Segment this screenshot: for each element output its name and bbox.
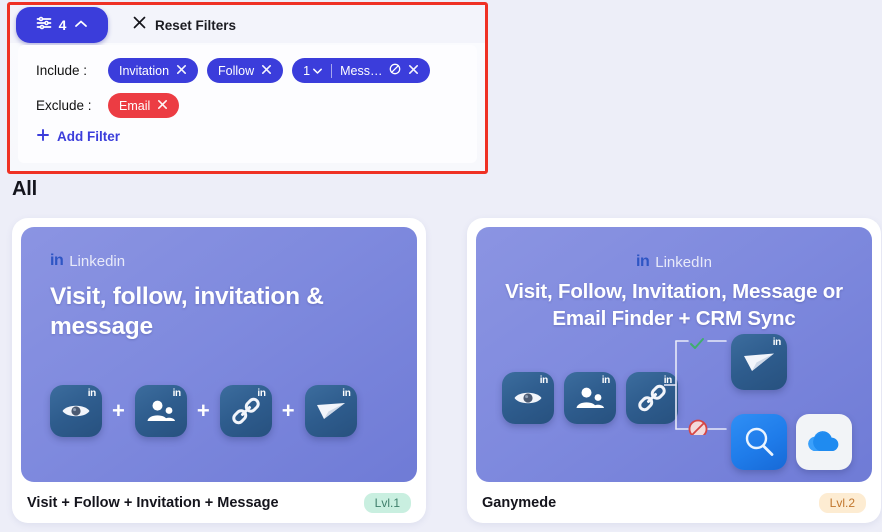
linkedin-brand-label: Linkedin xyxy=(69,252,126,270)
exclude-row: Exclude : Email xyxy=(36,93,477,118)
plus-icon xyxy=(36,128,50,145)
branch-bottom-icons xyxy=(731,414,852,470)
linkedin-brand: in Linkedin xyxy=(50,252,125,270)
close-x-icon[interactable] xyxy=(261,64,272,78)
linkedin-brand: in LinkedIn xyxy=(476,253,872,271)
add-filter-label: Add Filter xyxy=(57,129,120,144)
linkedin-in-icon: in xyxy=(50,252,64,269)
card-visual: in LinkedIn Visit, Follow, Invitation, M… xyxy=(476,227,872,482)
exclude-chips: Email xyxy=(108,93,180,118)
section-title: All xyxy=(12,178,37,200)
blocked-icon xyxy=(688,419,708,439)
card-title: Ganymede xyxy=(482,494,557,511)
filter-panel: 4 Reset Filters Include: Invitation Fol… xyxy=(7,2,488,174)
campaign-card-visit-follow-invitation-message[interactable]: in Linkedin Visit, follow, invitation & … xyxy=(12,218,426,523)
chip-label: Invitation xyxy=(119,63,170,78)
include-row: Include : Invitation Follow 1 Mess… xyxy=(36,58,477,83)
close-x-icon[interactable] xyxy=(176,64,187,78)
card-title: Visit + Follow + Invitation + Message xyxy=(27,494,279,511)
close-x-icon xyxy=(132,15,147,35)
filter-chip-invitation[interactable]: Invitation xyxy=(108,58,199,83)
branch-connector xyxy=(663,335,739,440)
card-visual: in Linkedin Visit, follow, invitation & … xyxy=(21,227,417,482)
card-icon-sequence: in in in xyxy=(502,372,678,424)
chevron-up-icon xyxy=(74,16,88,34)
chip-label: Follow xyxy=(218,63,255,78)
linkedin-in-icon: in xyxy=(601,375,611,386)
card-headline: Visit, follow, invitation & message xyxy=(50,283,324,340)
filter-topbar: 4 Reset Filters xyxy=(10,5,485,45)
filter-chip-email[interactable]: Email xyxy=(108,93,180,118)
filter-chip-follow[interactable]: Follow xyxy=(207,58,284,83)
exclude-label: Exclude : xyxy=(36,98,92,113)
chevron-down-icon xyxy=(312,64,323,78)
include-chips: Invitation Follow 1 Mess… xyxy=(108,58,431,83)
level-badge: Lvl.1 xyxy=(363,492,411,513)
filter-count-button[interactable]: 4 xyxy=(16,7,108,43)
eye-icon-tile: in xyxy=(50,385,102,437)
plus-separator: + xyxy=(196,398,210,423)
close-x-icon[interactable] xyxy=(408,64,419,78)
filter-chip-message[interactable]: 1 Mess… xyxy=(292,58,431,83)
send-message-icon-tile: in xyxy=(304,385,357,437)
chip-count-dropdown[interactable]: 1 xyxy=(303,64,323,78)
reset-filters-label: Reset Filters xyxy=(155,17,237,33)
linkedin-in-icon: in xyxy=(257,388,266,399)
campaign-card-ganymede[interactable]: in LinkedIn Visit, Follow, Invitation, M… xyxy=(467,218,881,523)
crm-cloud-sync-icon-tile xyxy=(796,414,852,470)
plus-separator: + xyxy=(112,398,125,423)
sliders-icon xyxy=(36,16,52,35)
card-footer: Ganymede Lvl.2 xyxy=(476,482,872,523)
linkedin-in-icon: in xyxy=(172,388,182,399)
card-footer: Visit + Follow + Invitation + Message Lv… xyxy=(21,482,417,523)
linkedin-in-icon: in xyxy=(87,388,97,399)
link-icon-tile: in xyxy=(219,385,272,437)
chip-divider xyxy=(331,63,333,78)
close-x-icon[interactable] xyxy=(157,99,168,113)
branch-top-icon: in xyxy=(731,334,787,390)
chip-count-value: 1 xyxy=(303,63,311,78)
linkedin-in-icon: in xyxy=(342,388,351,399)
filter-count-value: 4 xyxy=(58,17,67,33)
filter-body: Include : Invitation Follow 1 Mess… Excl… xyxy=(18,45,477,163)
chip-label: Email xyxy=(119,98,151,113)
linkedin-in-icon: in xyxy=(636,253,650,270)
card-headline: Visit, Follow, Invitation, Message or Em… xyxy=(505,280,843,330)
chip-label: Mess… xyxy=(340,63,383,78)
level-badge: Lvl.2 xyxy=(818,492,866,513)
linkedin-in-icon: in xyxy=(539,375,549,386)
accepted-check-icon xyxy=(690,338,704,349)
eye-icon-tile: in xyxy=(502,372,554,424)
email-finder-search-icon-tile xyxy=(731,414,787,470)
plus-separator: + xyxy=(281,398,295,423)
add-connection-icon-tile: in xyxy=(134,385,187,437)
reset-filters-button[interactable]: Reset Filters xyxy=(132,15,236,35)
add-connection-icon-tile: in xyxy=(564,372,616,424)
block-icon[interactable] xyxy=(389,63,401,78)
linkedin-brand-label: LinkedIn xyxy=(655,253,712,271)
card-grid: in Linkedin Visit, follow, invitation & … xyxy=(12,218,881,523)
card-icon-sequence: in + in + in + in xyxy=(50,385,357,437)
add-filter-button[interactable]: Add Filter xyxy=(36,128,477,145)
app-root: 4 Reset Filters Include: Invitation Fol… xyxy=(0,0,882,532)
include-label: Include : xyxy=(36,63,88,78)
send-message-icon-tile: in xyxy=(731,334,787,390)
linkedin-in-icon: in xyxy=(772,337,782,348)
